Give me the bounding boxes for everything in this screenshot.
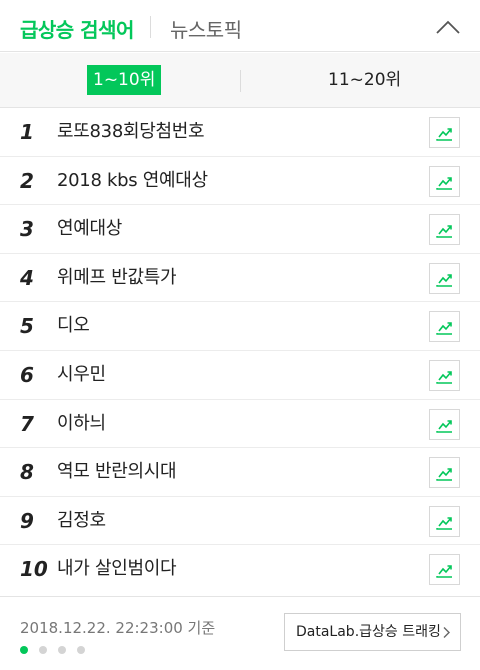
rank-row[interactable]: 8 역모 반란의시대 bbox=[0, 448, 480, 497]
rank-range-tabs: 1~10위 11~20위 bbox=[0, 53, 480, 108]
rank-row[interactable]: 3 연예대상 bbox=[0, 205, 480, 254]
rank-number: 7 bbox=[20, 411, 34, 436]
rank-number: 9 bbox=[20, 508, 34, 533]
tab-news-topics[interactable]: 뉴스토픽 bbox=[170, 14, 242, 43]
rank-number: 6 bbox=[20, 362, 34, 387]
collapse-button[interactable] bbox=[428, 12, 468, 42]
rank-keyword[interactable]: 내가 살인범이다 bbox=[57, 545, 177, 593]
trend-chart-button[interactable] bbox=[429, 554, 460, 586]
page-dot-1[interactable] bbox=[20, 646, 28, 654]
trend-chart-button[interactable] bbox=[429, 359, 460, 391]
trend-chart-button[interactable] bbox=[429, 262, 460, 294]
trend-chart-icon bbox=[436, 419, 452, 433]
rank-row[interactable]: 10 내가 살인범이다 bbox=[0, 545, 480, 594]
tab-rank-11-20[interactable]: 11~20위 bbox=[328, 65, 401, 95]
rank-number: 8 bbox=[20, 460, 34, 485]
page-dot-2[interactable] bbox=[39, 646, 47, 654]
rank-keyword[interactable]: 로또838회당첨번호 bbox=[57, 108, 205, 156]
trend-chart-icon bbox=[436, 273, 452, 287]
trend-chart-button[interactable] bbox=[429, 408, 460, 440]
rank-number: 5 bbox=[20, 314, 34, 339]
chevron-up-icon bbox=[436, 20, 460, 34]
datalab-label: DataLab.급상승 트래킹 bbox=[296, 624, 441, 640]
rank-number: 10 bbox=[20, 557, 48, 582]
page-dot-3[interactable] bbox=[58, 646, 66, 654]
rank-number: 3 bbox=[20, 217, 34, 242]
rank-keyword[interactable]: 시우민 bbox=[57, 351, 106, 399]
footer: 2018.12.22. 22:23:00 기준 DataLab.급상승 트래킹 bbox=[0, 596, 480, 670]
trend-chart-button[interactable] bbox=[429, 505, 460, 537]
trend-chart-icon bbox=[436, 322, 452, 336]
trend-chart-button[interactable] bbox=[429, 214, 460, 246]
header: 급상승 검색어 뉴스토픽 bbox=[0, 0, 480, 52]
rank-number: 1 bbox=[20, 120, 34, 144]
trend-chart-button[interactable] bbox=[429, 457, 460, 489]
rank-row[interactable]: 7 이하늬 bbox=[0, 400, 480, 449]
rank-row[interactable]: 5 디오 bbox=[0, 302, 480, 351]
trend-chart-icon bbox=[436, 565, 452, 579]
rank-list: 1 로또838회당첨번호 2 2018 kbs 연예대상 3 연예대상 4 위메… bbox=[0, 108, 480, 594]
chevron-right-icon bbox=[443, 627, 450, 638]
range-divider bbox=[240, 70, 241, 92]
rank-keyword[interactable]: 디오 bbox=[57, 302, 90, 350]
trend-chart-icon bbox=[436, 176, 452, 190]
rank-row[interactable]: 4 위메프 반값특가 bbox=[0, 254, 480, 303]
datalab-tracking-button[interactable]: DataLab.급상승 트래킹 bbox=[284, 613, 461, 651]
rank-keyword[interactable]: 연예대상 bbox=[57, 205, 122, 253]
rank-number: 4 bbox=[20, 265, 34, 290]
page-dot-4[interactable] bbox=[77, 646, 85, 654]
trend-chart-icon bbox=[436, 516, 452, 530]
trend-chart-icon bbox=[436, 468, 452, 481]
tab-rank-1-10[interactable]: 1~10위 bbox=[87, 65, 162, 95]
rank-row[interactable]: 9 김정호 bbox=[0, 497, 480, 546]
rank-keyword[interactable]: 김정호 bbox=[57, 497, 106, 545]
trend-chart-icon bbox=[436, 128, 452, 141]
rank-keyword[interactable]: 이하늬 bbox=[57, 400, 106, 448]
header-divider bbox=[150, 16, 151, 38]
rank-keyword[interactable]: 역모 반란의시대 bbox=[57, 448, 177, 496]
rank-row[interactable]: 6 시우민 bbox=[0, 351, 480, 400]
trend-chart-button[interactable] bbox=[429, 311, 460, 343]
rank-row[interactable]: 2 2018 kbs 연예대상 bbox=[0, 157, 480, 206]
rank-keyword[interactable]: 위메프 반값특가 bbox=[57, 254, 177, 302]
trend-chart-button[interactable] bbox=[429, 165, 460, 197]
rank-row[interactable]: 1 로또838회당첨번호 bbox=[0, 108, 480, 157]
trend-chart-icon bbox=[436, 225, 452, 238]
rank-number: 2 bbox=[20, 168, 34, 193]
trend-chart-icon bbox=[436, 371, 452, 384]
tab-trending-searches[interactable]: 급상승 검색어 bbox=[20, 14, 134, 43]
update-timestamp: 2018.12.22. 22:23:00 기준 bbox=[20, 619, 216, 637]
trend-chart-button[interactable] bbox=[429, 117, 460, 148]
rank-keyword[interactable]: 2018 kbs 연예대상 bbox=[57, 157, 208, 205]
